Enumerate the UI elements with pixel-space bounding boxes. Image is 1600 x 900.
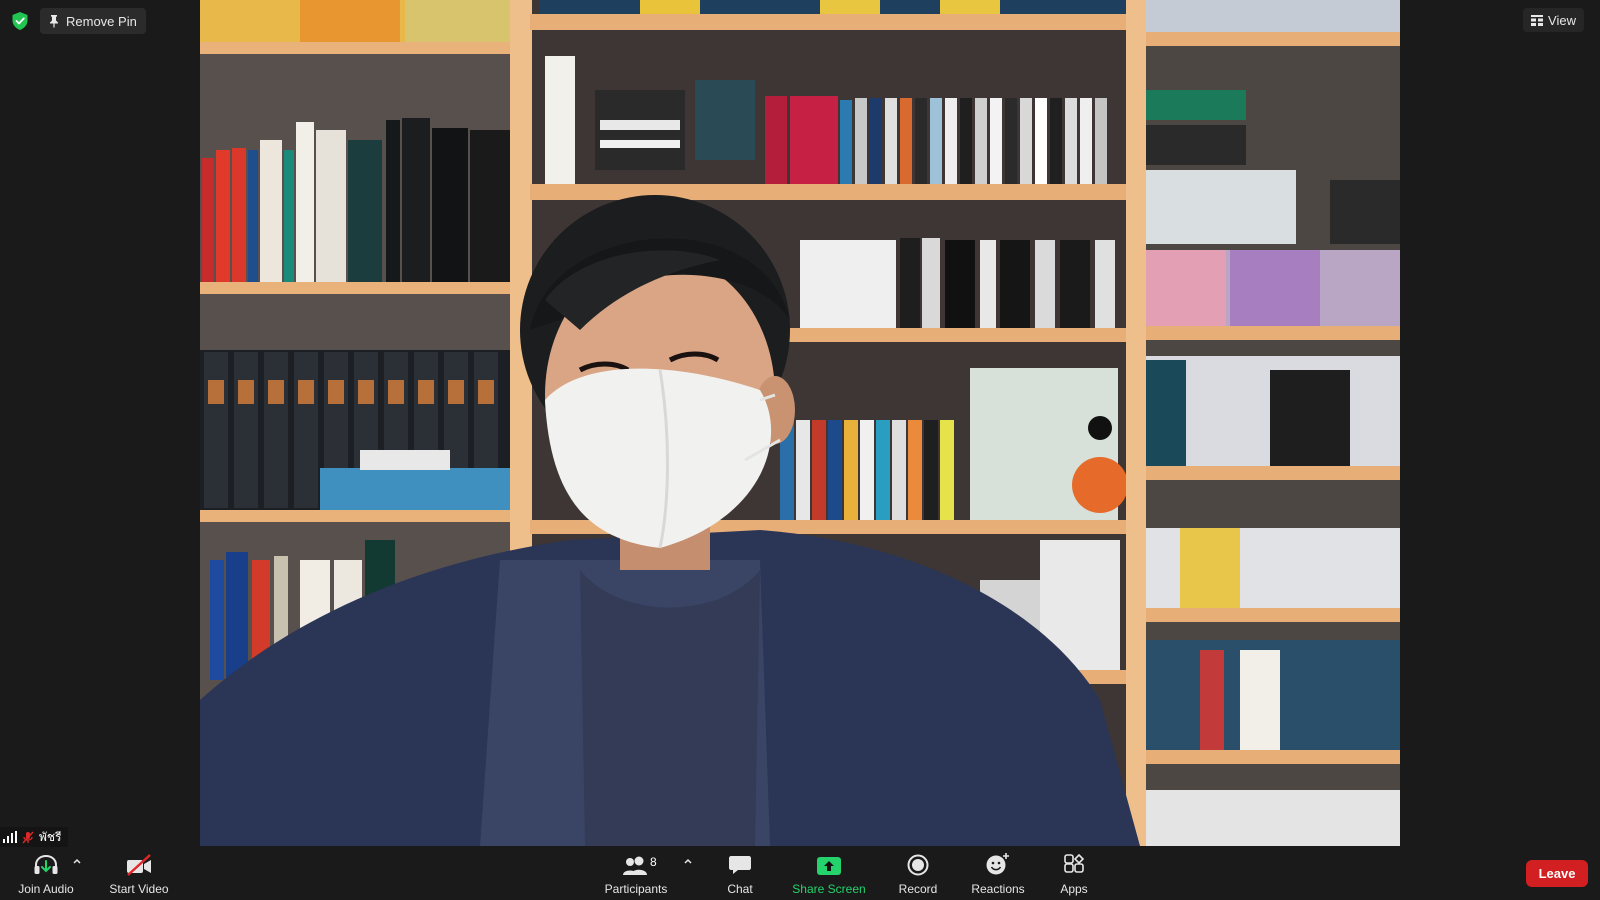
view-label: View bbox=[1548, 12, 1576, 28]
participants-label: Participants bbox=[604, 882, 668, 896]
share-screen-button[interactable]: Share Screen bbox=[790, 848, 868, 900]
signal-strength-icon bbox=[3, 831, 17, 843]
participant-name-badge: พัชรี bbox=[0, 827, 68, 847]
grid-view-icon bbox=[1531, 14, 1544, 26]
apps-button[interactable]: Apps bbox=[1054, 848, 1094, 900]
security-shield-icon[interactable] bbox=[11, 11, 29, 31]
audio-options-chevron-icon[interactable] bbox=[72, 856, 82, 866]
join-audio-button[interactable]: Join Audio bbox=[14, 848, 78, 900]
chat-bubble-icon bbox=[729, 856, 751, 874]
view-button[interactable]: View bbox=[1523, 8, 1584, 32]
record-icon bbox=[907, 854, 929, 876]
join-audio-label: Join Audio bbox=[18, 882, 74, 896]
participant-video[interactable] bbox=[200, 0, 1400, 846]
participants-count-badge: 8 bbox=[650, 855, 657, 869]
zoom-meeting-window: Remove Pin View พัชรี Join Audio Start V… bbox=[0, 0, 1600, 900]
share-screen-label: Share Screen bbox=[792, 882, 866, 896]
share-screen-icon bbox=[817, 857, 841, 875]
pin-icon bbox=[50, 15, 58, 28]
reactions-button[interactable]: Reactions bbox=[970, 848, 1026, 900]
video-off-icon bbox=[127, 854, 151, 876]
participants-button[interactable]: Participants bbox=[600, 848, 672, 900]
video-frame bbox=[200, 0, 1400, 846]
reactions-label: Reactions bbox=[971, 882, 1025, 896]
record-label: Record bbox=[898, 882, 938, 896]
remove-pin-label: Remove Pin bbox=[66, 13, 137, 29]
leave-meeting-button[interactable]: Leave bbox=[1526, 860, 1588, 887]
participants-options-chevron-icon[interactable] bbox=[683, 856, 693, 866]
start-video-label: Start Video bbox=[109, 882, 169, 896]
reactions-smiley-icon bbox=[986, 853, 1009, 875]
apps-icon bbox=[1064, 854, 1085, 873]
muted-microphone-icon bbox=[22, 831, 34, 843]
start-video-button[interactable]: Start Video bbox=[104, 848, 174, 900]
headphones-icon bbox=[34, 854, 58, 874]
apps-label: Apps bbox=[1060, 882, 1088, 896]
participant-name: พัชรี bbox=[39, 829, 62, 844]
chat-label: Chat bbox=[727, 882, 753, 896]
record-button[interactable]: Record bbox=[894, 848, 942, 900]
participants-icon bbox=[623, 856, 647, 875]
remove-pin-button[interactable]: Remove Pin bbox=[40, 8, 146, 34]
meeting-toolbar: Join Audio Start Video Participants 8 Ch… bbox=[0, 848, 1600, 900]
chat-button[interactable]: Chat bbox=[718, 848, 762, 900]
